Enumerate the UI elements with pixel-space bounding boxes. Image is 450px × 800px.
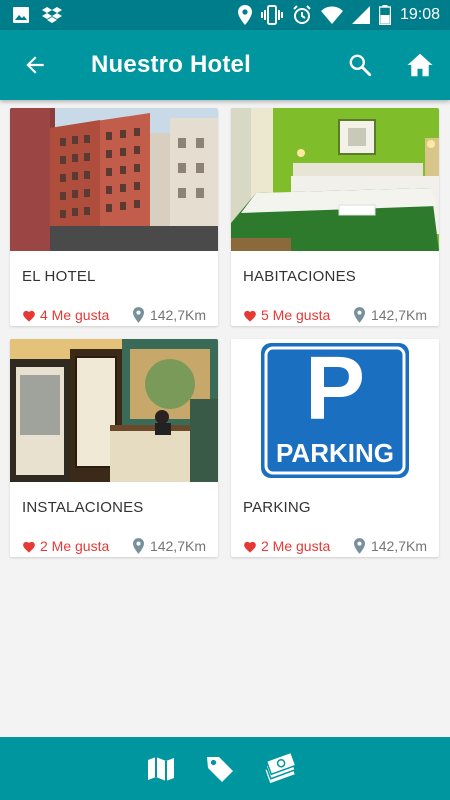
signal-icon	[351, 6, 370, 24]
card-title: HABITACIONES	[243, 268, 356, 285]
like-count[interactable]: 4 Me gusta	[22, 307, 109, 323]
money-icon[interactable]	[262, 753, 298, 785]
card-habitaciones[interactable]: HABITACIONES 5 Me gusta 142,7Km	[231, 108, 439, 326]
like-count[interactable]: 2 Me gusta	[22, 538, 109, 554]
heart-icon	[244, 541, 256, 553]
like-label: 2 Me gusta	[40, 538, 110, 554]
heart-icon	[23, 541, 35, 553]
dropbox-icon	[42, 7, 62, 23]
location-pin-icon	[132, 538, 144, 554]
vibrate-icon	[260, 5, 283, 25]
image-icon	[13, 7, 29, 23]
home-icon[interactable]	[405, 50, 435, 80]
like-count[interactable]: 2 Me gusta	[243, 538, 330, 554]
heart-icon	[23, 310, 35, 322]
back-arrow-icon[interactable]	[22, 52, 48, 78]
map-icon[interactable]	[145, 753, 177, 785]
tag-icon[interactable]	[204, 753, 236, 785]
distance: 142,7Km	[353, 307, 427, 323]
app-bar: Nuestro Hotel	[0, 30, 450, 100]
distance-label: 142,7Km	[370, 538, 427, 554]
battery-icon	[378, 5, 391, 25]
location-pin-icon	[353, 538, 365, 554]
distance: 142,7Km	[132, 307, 206, 323]
distance: 142,7Km	[353, 538, 427, 554]
hotel-building-photo	[10, 108, 218, 251]
like-label: 2 Me gusta	[261, 538, 331, 554]
clock: 19:08	[399, 6, 440, 23]
location-pin-icon	[132, 307, 144, 323]
status-bar: 19:08	[0, 0, 450, 30]
distance-label: 142,7Km	[149, 538, 206, 554]
distance-label: 142,7Km	[149, 307, 206, 323]
bottom-bar	[0, 737, 450, 800]
card-title: PARKING	[243, 499, 311, 516]
location-pin-icon	[353, 307, 365, 323]
card-parking[interactable]: P PARKING PARKING 2 Me gusta 142,7Km	[231, 339, 439, 557]
parking-sign-letter: P	[305, 339, 365, 439]
search-icon[interactable]	[347, 52, 373, 78]
like-count[interactable]: 5 Me gusta	[243, 307, 330, 323]
location-icon	[237, 5, 252, 25]
card-title: EL HOTEL	[22, 268, 96, 285]
alarm-icon	[293, 5, 311, 24]
heart-icon	[244, 310, 256, 322]
parking-sign-text: PARKING	[276, 438, 394, 468]
card-instalaciones[interactable]: INSTALACIONES 2 Me gusta 142,7Km	[10, 339, 218, 557]
card-title: INSTALACIONES	[22, 499, 144, 516]
like-label: 4 Me gusta	[40, 307, 110, 323]
like-label: 5 Me gusta	[261, 307, 331, 323]
hotel-room-photo	[231, 108, 439, 251]
hotel-reception-photo	[10, 339, 218, 482]
wifi-icon	[320, 6, 343, 24]
distance-label: 142,7Km	[370, 307, 427, 323]
parking-sign: P PARKING	[231, 339, 439, 482]
distance: 142,7Km	[132, 538, 206, 554]
card-el-hotel[interactable]: EL HOTEL 4 Me gusta 142,7Km	[10, 108, 218, 326]
page-title: Nuestro Hotel	[91, 51, 251, 78]
